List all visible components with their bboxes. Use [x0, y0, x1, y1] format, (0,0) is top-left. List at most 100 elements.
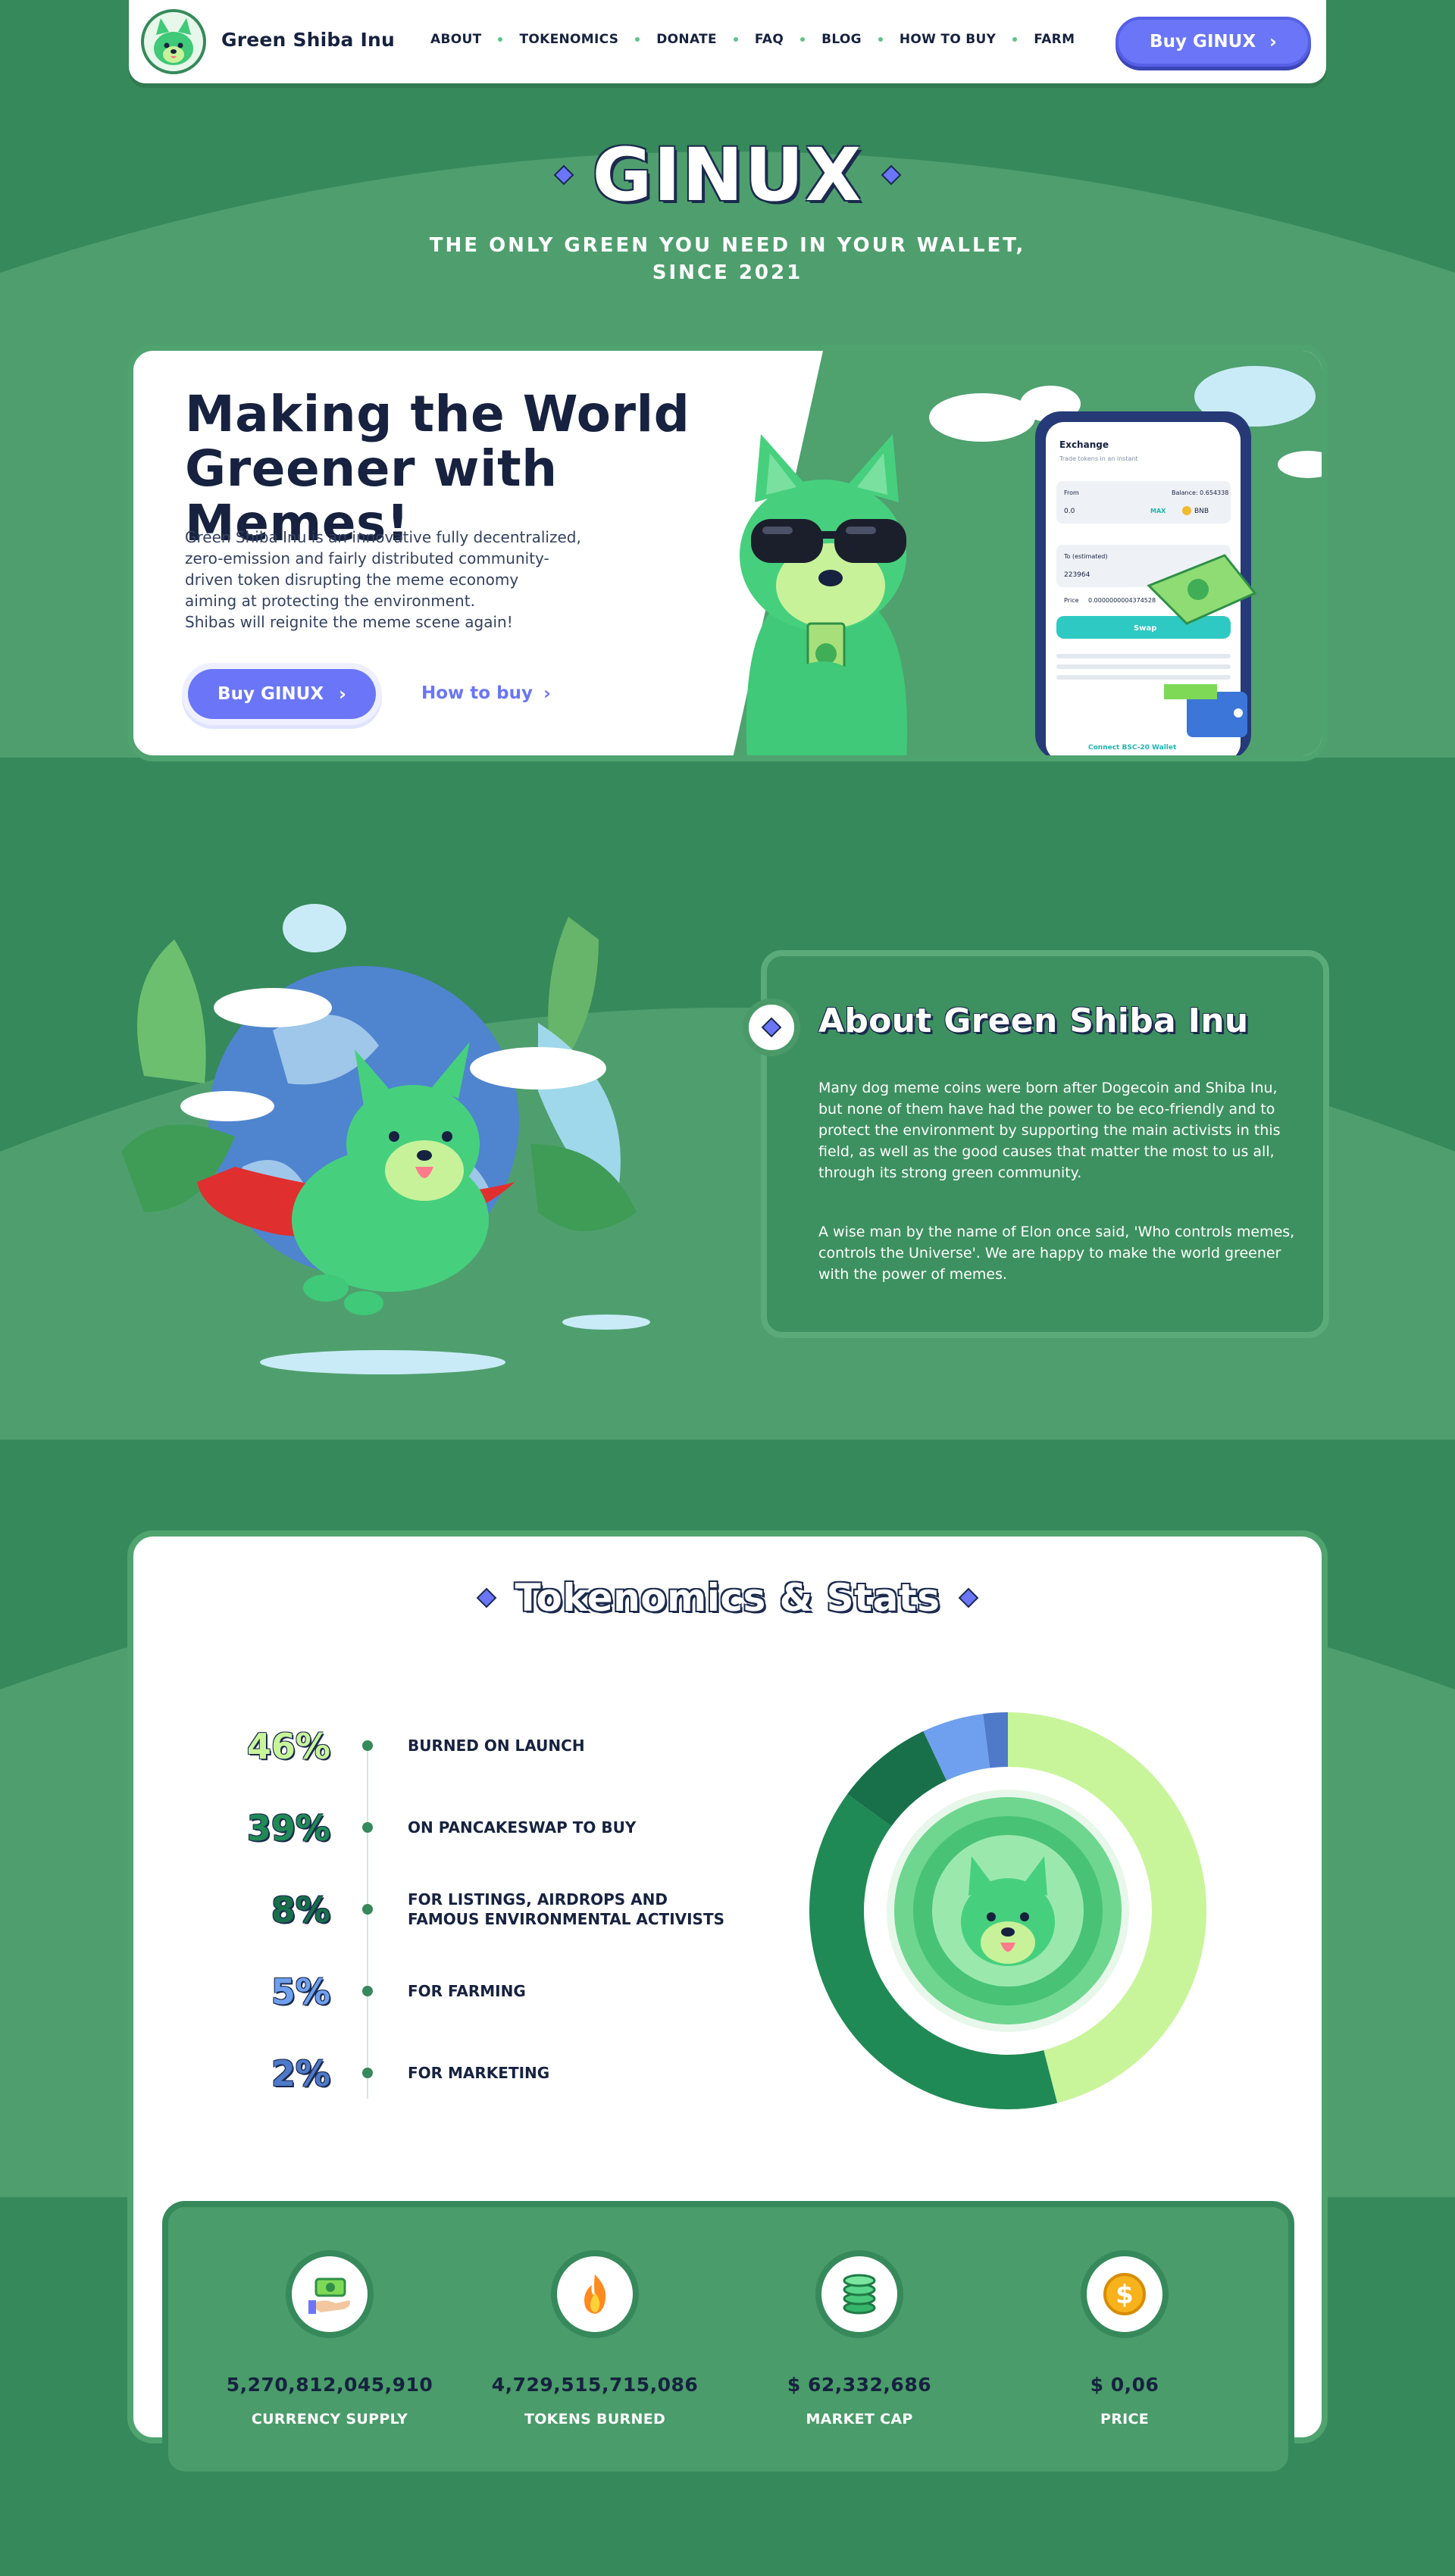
exchange-balance: Balance: 0.654338 [1172, 489, 1228, 496]
hero-title-block: GINUX [0, 133, 1455, 217]
gem-icon [761, 1017, 782, 1038]
intro-body-line: zero-emission and fairly distributed com… [185, 549, 549, 567]
about-paragraph-1: Many dog meme coins were born after Doge… [818, 1080, 1281, 1181]
exchange-connect-button[interactable]: Connect BSC-20 Wallet [1088, 744, 1177, 752]
nav-separator [800, 37, 806, 42]
stat-market-cap: $ 62,332,686 MARKET CAP [723, 2374, 996, 2428]
nav-link-tokenomics[interactable]: TOKENOMICS [519, 32, 618, 47]
exchange-title: Exchange [1059, 439, 1109, 450]
nav-separator [635, 37, 640, 42]
exchange-max-button[interactable]: MAX [1150, 508, 1166, 514]
stat-label: TOKENS BURNED [524, 2411, 666, 2428]
tokenomics-label-line: BURNED ON LAUNCH [408, 1737, 585, 1755]
how-to-buy-label: How to buy [421, 683, 533, 703]
tokenomics-heading: Tokenomics & Stats [515, 1576, 940, 1620]
chevron-right-icon: › [1269, 31, 1277, 52]
tokenomics-label-line: FOR MARKETING [408, 2064, 550, 2082]
stat-value: 5,270,812,045,910 [226, 2374, 433, 2396]
tokenomics-percent: 8% [271, 1890, 330, 1930]
buy-ginux-nav-button[interactable]: Buy GINUX › [1116, 17, 1311, 67]
nav-separator [1012, 37, 1018, 42]
nav-link-about[interactable]: ABOUT [430, 32, 481, 47]
gem-icon [958, 1587, 978, 1608]
stat-label: CURRENCY SUPPLY [251, 2411, 408, 2428]
nav-separator [498, 37, 503, 42]
about-paragraph-2: A wise man by the name of Elon once said… [818, 1224, 1295, 1283]
gem-icon [554, 164, 574, 186]
intro-body: Green Shiba Inu is an innovative fully d… [185, 527, 609, 633]
exchange-subtitle: Trade tokens in an instant [1059, 455, 1138, 462]
tokenomics-label-line: ON PANCAKESWAP TO BUY [408, 1818, 637, 1837]
stat-price: $ 0,06 PRICE [988, 2374, 1261, 2428]
nav-menu: ABOUT TOKENOMICS DONATE FAQ BLOG HOW TO … [430, 32, 1075, 47]
nav-separator [733, 37, 738, 42]
tokenomics-bullet [362, 1822, 373, 1833]
brand-name[interactable]: Green Shiba Inu [221, 29, 395, 51]
flying-shiba-earth-illustration [121, 904, 650, 1374]
stat-value: $ 0,06 [1090, 2374, 1159, 2396]
exchange-from-label: From [1064, 489, 1079, 496]
tokenomics-label: FOR FARMING [408, 1981, 741, 2001]
gem-icon [881, 164, 901, 186]
stat-tokens-burned: 4,729,515,715,086 TOKENS BURNED [458, 2374, 731, 2428]
tokenomics-bullet [362, 2068, 373, 2078]
tokenomics-bullet [362, 1986, 373, 1996]
intro-card: Making the World Greener with Memes! Gre… [127, 345, 1328, 761]
tokenomics-percent: 5% [271, 1971, 330, 2012]
exchange-from-token[interactable]: BNB [1194, 508, 1209, 515]
about-badge [743, 999, 800, 1056]
tokenomics-bullet [362, 1904, 373, 1915]
tokenomics-divider [367, 1743, 368, 2099]
fire-icon [551, 2250, 639, 2338]
tokenomics-title-block: Tokenomics & Stats [0, 1576, 1455, 1620]
tokenomics-label-line: FAMOUS ENVIRONMENTAL ACTIVISTS [408, 1910, 725, 1928]
stat-label: PRICE [1100, 2411, 1150, 2428]
tokenomics-label: ON PANCAKESWAP TO BUY [408, 1818, 741, 1837]
exchange-price-value: 0.0000000004374528 [1088, 597, 1156, 604]
tokenomics-label: FOR MARKETING [408, 2063, 741, 2083]
nav-link-donate[interactable]: DONATE [656, 32, 717, 47]
tokenomics-label-line: FOR LISTINGS, AIRDROPS AND [408, 1890, 668, 1909]
stats-panel [162, 2201, 1294, 2478]
tokenomics-label-line: FOR FARMING [408, 1982, 526, 2000]
nav-link-how-to-buy[interactable]: HOW TO BUY [900, 32, 996, 47]
top-navbar: Green Shiba Inu ABOUT TOKENOMICS DONATE … [129, 0, 1326, 83]
hero-title: GINUX [592, 133, 863, 217]
svg-text:$: $ [1116, 2280, 1134, 2310]
shiba-logo-icon[interactable] [141, 9, 206, 74]
nav-link-farm[interactable]: FARM [1034, 32, 1075, 47]
tokenomics-label: BURNED ON LAUNCH [408, 1736, 741, 1755]
exchange-to-label: To (estimated) [1063, 553, 1108, 560]
stat-value: 4,729,515,715,086 [491, 2374, 699, 2396]
exchange-to-value: 223964 [1064, 571, 1090, 579]
how-to-buy-link[interactable]: How to buy › [421, 683, 551, 704]
dollar-coin-icon: $ [1081, 2250, 1169, 2338]
coin-stack-icon [815, 2250, 903, 2338]
buy-ginux-hero-button[interactable]: Buy GINUX › [188, 669, 376, 719]
tokenomics-percent: 39% [246, 1808, 330, 1849]
tokenomics-donut-chart [809, 1712, 1207, 2109]
tokenomics-label: FOR LISTINGS, AIRDROPS AND FAMOUS ENVIRO… [408, 1890, 741, 1929]
buy-button-label: Buy GINUX [1150, 32, 1256, 52]
chevron-right-icon: › [543, 683, 551, 704]
exchange-swap-button[interactable]: Swap [1134, 624, 1156, 633]
hero-subtitle: THE ONLY GREEN YOU NEED IN YOUR WALLET, … [0, 232, 1455, 286]
hero-subtitle-line1: THE ONLY GREEN YOU NEED IN YOUR WALLET, [429, 234, 1026, 257]
about-heading: About Green Shiba Inu [818, 1002, 1249, 1040]
stat-currency-supply: 5,270,812,045,910 CURRENCY SUPPLY [193, 2374, 466, 2428]
nav-separator [878, 37, 883, 42]
stat-label: MARKET CAP [806, 2411, 913, 2428]
nav-link-blog[interactable]: BLOG [821, 32, 862, 47]
tokenomics-percent: 46% [246, 1726, 330, 1767]
intro-body-line: driven token disrupting the meme economy [185, 571, 519, 589]
shiba-sunglasses-illustration: Exchange Trade tokens in an instant From… [733, 351, 1322, 755]
intro-body-line: Green Shiba Inu is an innovative fully d… [185, 528, 581, 546]
intro-body-line: Shibas will reignite the meme scene agai… [185, 613, 513, 631]
tokenomics-bullet [362, 1740, 373, 1751]
money-hand-icon [286, 2250, 374, 2338]
stat-value: $ 62,332,686 [787, 2374, 932, 2396]
gem-icon [477, 1587, 497, 1608]
chevron-right-icon: › [339, 683, 346, 705]
nav-link-faq[interactable]: FAQ [755, 32, 784, 47]
exchange-price-label: Price [1064, 597, 1079, 604]
